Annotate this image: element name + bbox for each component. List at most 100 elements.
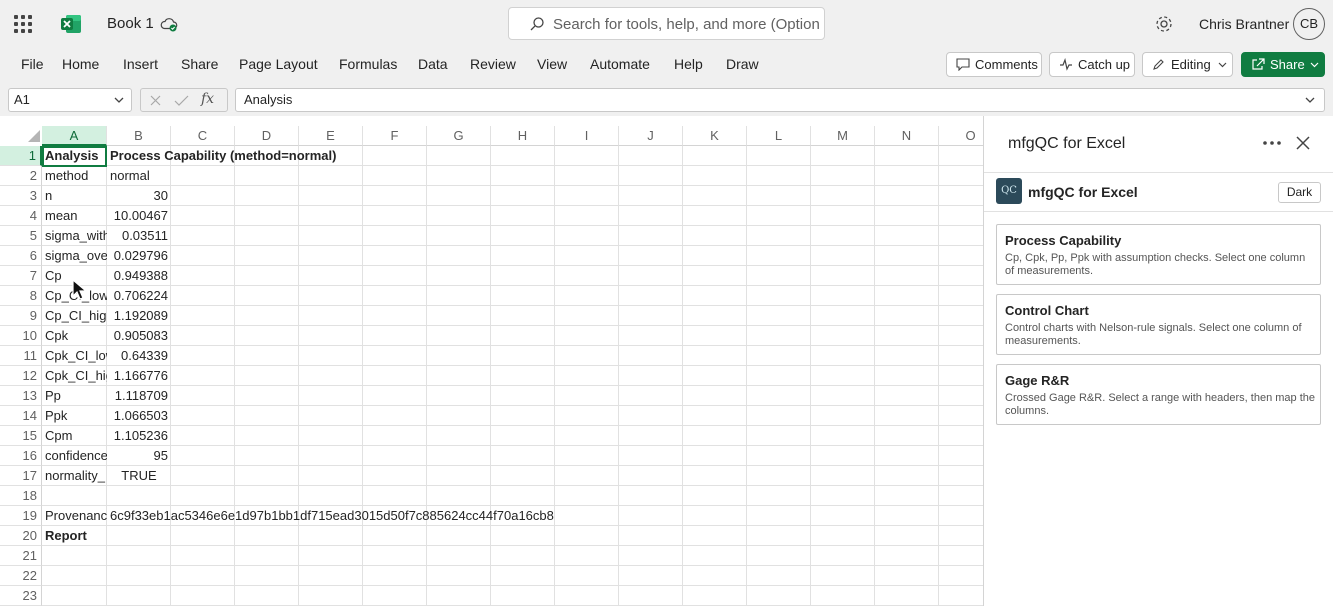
column-header-n[interactable]: N [875, 126, 939, 146]
cell-b11[interactable]: 0.64339 [107, 346, 171, 366]
cell-a12[interactable]: Cpk_CI_high [42, 366, 107, 386]
column-header-i[interactable]: I [555, 126, 619, 146]
row-header-5[interactable]: 5 [0, 226, 42, 246]
select-all-corner[interactable] [0, 126, 42, 146]
autosave-cloud-icon[interactable] [160, 15, 178, 33]
tab-view[interactable]: View [537, 56, 567, 72]
row-header-22[interactable]: 22 [0, 566, 42, 586]
column-header-m[interactable]: M [811, 126, 875, 146]
cell-a20[interactable]: Report [42, 526, 107, 546]
row-header-23[interactable]: 23 [0, 586, 42, 606]
row-header-9[interactable]: 9 [0, 306, 42, 326]
name-box[interactable]: A1 [8, 88, 132, 112]
cell-a11[interactable]: Cpk_CI_low [42, 346, 107, 366]
row-header-14[interactable]: 14 [0, 406, 42, 426]
editing-mode-button[interactable]: Editing [1142, 52, 1233, 77]
row-header-10[interactable]: 10 [0, 326, 42, 346]
row-header-13[interactable]: 13 [0, 386, 42, 406]
avatar[interactable]: CB [1293, 8, 1325, 40]
column-header-g[interactable]: G [427, 126, 491, 146]
cell-b19[interactable]: 6c9f33eb1ac5346e6e1d97b1bb1df715ead3015d… [107, 506, 554, 526]
row-header-16[interactable]: 16 [0, 446, 42, 466]
cell-b16[interactable]: 95 [107, 446, 171, 466]
cell-a14[interactable]: Ppk [42, 406, 107, 426]
close-icon[interactable] [1296, 136, 1310, 150]
tab-share[interactable]: Share [181, 56, 218, 72]
cell-b10[interactable]: 0.905083 [107, 326, 171, 346]
row-header-11[interactable]: 11 [0, 346, 42, 366]
cell-b1[interactable]: Process Capability (method=normal) [107, 146, 336, 166]
cell-a9[interactable]: Cp_CI_high [42, 306, 107, 326]
cell-b13[interactable]: 1.118709 [107, 386, 171, 406]
search-input[interactable] [553, 14, 824, 34]
row-header-2[interactable]: 2 [0, 166, 42, 186]
cell-b14[interactable]: 1.066503 [107, 406, 171, 426]
cell-b5[interactable]: 0.03511 [107, 226, 171, 246]
insert-function-icon[interactable]: fx [201, 91, 214, 107]
column-header-f[interactable]: F [363, 126, 427, 146]
tab-help[interactable]: Help [674, 56, 703, 72]
cells-area[interactable]: Analysis Process Capability (method=norma… [42, 146, 983, 606]
cell-a2[interactable]: method [42, 166, 107, 186]
workbook-title[interactable]: Book 1 [107, 15, 154, 32]
settings-gear-icon[interactable] [1154, 14, 1174, 34]
tab-automate[interactable]: Automate [590, 56, 650, 72]
column-header-l[interactable]: L [747, 126, 811, 146]
row-header-17[interactable]: 17 [0, 466, 42, 486]
user-name[interactable]: Chris Brantner [1199, 16, 1289, 32]
row-header-12[interactable]: 12 [0, 366, 42, 386]
column-header-j[interactable]: J [619, 126, 683, 146]
tab-page-layout[interactable]: Page Layout [239, 56, 318, 72]
cell-a4[interactable]: mean [42, 206, 107, 226]
catch-up-button[interactable]: Catch up [1049, 52, 1135, 77]
search-box[interactable] [508, 7, 825, 40]
row-header-8[interactable]: 8 [0, 286, 42, 306]
spreadsheet-grid[interactable]: ABCDEFGHIJKLMNO 1 2 3 4 5 6 7 8 9 10 11 12 13 14 15 16 1… [0, 126, 983, 606]
share-button[interactable]: Share [1241, 52, 1325, 77]
chevron-down-icon[interactable] [113, 94, 125, 106]
column-header-k[interactable]: K [683, 126, 747, 146]
process-capability-card[interactable]: Process Capability Cp, Cpk, Pp, Ppk with… [996, 224, 1321, 285]
cell-b15[interactable]: 1.105236 [107, 426, 171, 446]
row-header-1[interactable]: 1 [0, 146, 42, 166]
comments-button[interactable]: Comments [946, 52, 1042, 77]
cell-a5[interactable]: sigma_within [42, 226, 107, 246]
cell-b4[interactable]: 10.00467 [107, 206, 171, 226]
control-chart-card[interactable]: Control Chart Control charts with Nelson… [996, 294, 1321, 355]
cell-b17[interactable]: TRUE [107, 466, 171, 486]
tab-review[interactable]: Review [470, 56, 516, 72]
cell-a3[interactable]: n [42, 186, 107, 206]
column-header-o[interactable]: O [939, 126, 983, 146]
tab-file[interactable]: File [21, 56, 44, 72]
row-header-15[interactable]: 15 [0, 426, 42, 446]
cell-a6[interactable]: sigma_overall [42, 246, 107, 266]
row-header-18[interactable]: 18 [0, 486, 42, 506]
gage-rr-card[interactable]: Gage R&R Crossed Gage R&R. Select a rang… [996, 364, 1321, 425]
cell-a19[interactable]: Provenance [42, 506, 107, 526]
expand-formula-chevron-icon[interactable] [1304, 95, 1316, 105]
cell-b3[interactable]: 30 [107, 186, 171, 206]
column-header-a[interactable]: A [42, 126, 107, 146]
row-header-6[interactable]: 6 [0, 246, 42, 266]
column-header-h[interactable]: H [491, 126, 555, 146]
cell-a10[interactable]: Cpk [42, 326, 107, 346]
row-header-21[interactable]: 21 [0, 546, 42, 566]
cell-b8[interactable]: 0.706224 [107, 286, 171, 306]
app-launcher-icon[interactable] [14, 15, 32, 33]
column-header-e[interactable]: E [299, 126, 363, 146]
cell-b2[interactable]: normal [107, 166, 171, 186]
tab-draw[interactable]: Draw [726, 56, 759, 72]
cell-a13[interactable]: Pp [42, 386, 107, 406]
formula-input[interactable]: Analysis [235, 88, 1325, 112]
row-header-7[interactable]: 7 [0, 266, 42, 286]
tab-data[interactable]: Data [418, 56, 448, 72]
cell-a17[interactable]: normality_ [42, 466, 107, 486]
cell-b7[interactable]: 0.949388 [107, 266, 171, 286]
cell-b9[interactable]: 1.192089 [107, 306, 171, 326]
row-header-19[interactable]: 19 [0, 506, 42, 526]
cell-a15[interactable]: Cpm [42, 426, 107, 446]
dark-theme-button[interactable]: Dark [1278, 182, 1321, 203]
column-header-b[interactable]: B [107, 126, 171, 146]
row-header-20[interactable]: 20 [0, 526, 42, 546]
cell-b12[interactable]: 1.166776 [107, 366, 171, 386]
